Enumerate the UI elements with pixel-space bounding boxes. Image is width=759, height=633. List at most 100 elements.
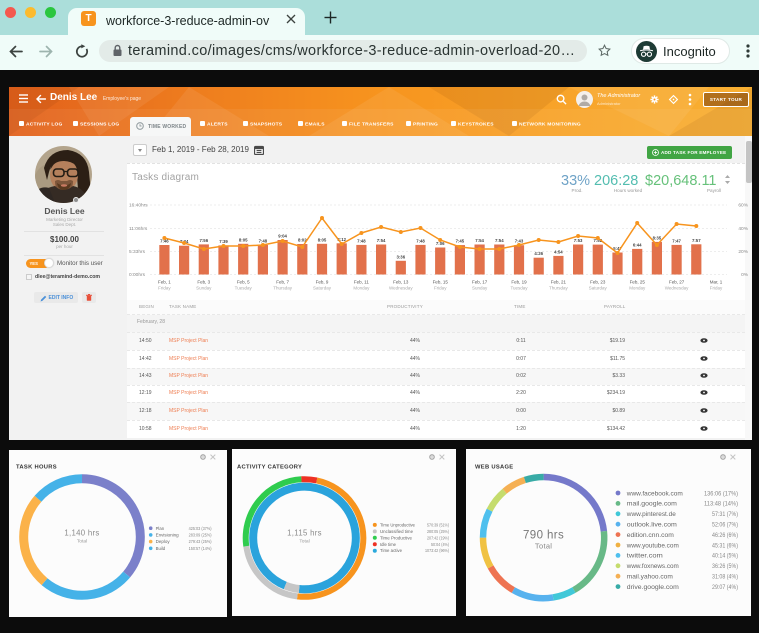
svg-text:9:04: 9:04	[278, 234, 287, 239]
svg-text:46:26 (6%): 46:26 (6%)	[712, 532, 738, 539]
svg-text:113:48 (14%): 113:48 (14%)	[704, 501, 738, 508]
svg-text:4:54: 4:54	[554, 249, 563, 254]
svg-text:8:05: 8:05	[318, 237, 327, 242]
svg-text:207:42 (19%): 207:42 (19%)	[427, 535, 449, 540]
svg-text:Time Productive: Time Productive	[380, 535, 413, 540]
svg-text:Feb, 23: Feb, 23	[590, 280, 606, 285]
svg-text:Saturday: Saturday	[313, 286, 332, 291]
svg-text:3:36: 3:36	[396, 254, 405, 259]
svg-text:0%: 0%	[741, 272, 749, 278]
svg-text:www.pinterest.de: www.pinterest.de	[626, 511, 677, 518]
svg-text:7:54: 7:54	[377, 238, 386, 243]
svg-text:283:09 (25%): 283:09 (25%)	[189, 533, 212, 538]
svg-text:Feb, 11: Feb, 11	[354, 280, 369, 285]
svg-text:Wednesday: Wednesday	[389, 286, 413, 291]
svg-text:11:06hrs: 11:06hrs	[129, 226, 148, 232]
svg-text:4:26: 4:26	[534, 251, 543, 256]
svg-text:Feb, 21: Feb, 21	[551, 280, 567, 285]
svg-text:Friday: Friday	[158, 286, 171, 291]
svg-text:7:48: 7:48	[416, 238, 425, 243]
svg-text:Deploy: Deploy	[156, 539, 171, 544]
svg-text:570:39 (51%): 570:39 (51%)	[427, 522, 449, 527]
svg-text:www.facebook.com: www.facebook.com	[626, 490, 683, 497]
svg-text:57:31 (7%): 57:31 (7%)	[712, 511, 738, 518]
svg-text:Feb, 19: Feb, 19	[511, 280, 527, 285]
svg-text:Feb, 15: Feb, 15	[433, 280, 449, 285]
svg-text:Time Unproductive: Time Unproductive	[380, 522, 416, 527]
svg-text:7:53: 7:53	[574, 238, 583, 243]
svg-text:7:43: 7:43	[515, 239, 524, 244]
svg-text:7:39: 7:39	[219, 239, 228, 244]
svg-text:Saturday: Saturday	[589, 286, 608, 291]
svg-text:Sunday: Sunday	[472, 286, 488, 291]
svg-text:Feb, 27: Feb, 27	[669, 280, 685, 285]
svg-text:Feb, 25: Feb, 25	[630, 280, 646, 285]
svg-text:Friday: Friday	[434, 286, 447, 291]
svg-text:Wednesday: Wednesday	[665, 286, 689, 291]
svg-text:425:03 (37%): 425:03 (37%)	[189, 526, 212, 531]
svg-text:Unclassified time: Unclassified time	[380, 529, 414, 534]
svg-text:Feb, 1: Feb, 1	[158, 280, 171, 285]
svg-text:31:08 (4%): 31:08 (4%)	[712, 574, 738, 581]
svg-text:7:54: 7:54	[475, 238, 484, 243]
svg-text:edition.cnn.com: edition.cnn.com	[627, 532, 674, 539]
svg-text:1,115 hrs: 1,115 hrs	[287, 529, 322, 538]
svg-text:Tuesday: Tuesday	[235, 286, 253, 291]
svg-text:Feb, 3: Feb, 3	[197, 280, 210, 285]
svg-text:5:33hrs: 5:33hrs	[129, 249, 146, 255]
svg-text:40:14 (5%): 40:14 (5%)	[712, 553, 738, 560]
svg-text:1,140 hrs: 1,140 hrs	[64, 529, 99, 538]
svg-text:7:48: 7:48	[357, 238, 366, 243]
svg-text:7:47: 7:47	[672, 238, 681, 243]
svg-text:8:05: 8:05	[239, 237, 248, 242]
svg-text:7:54: 7:54	[495, 238, 504, 243]
svg-text:Feb, 13: Feb, 13	[393, 280, 409, 285]
svg-text:0:00hrs: 0:00hrs	[129, 272, 146, 278]
svg-text:Total: Total	[77, 539, 87, 545]
svg-text:790 hrs: 790 hrs	[523, 530, 564, 542]
svg-text:6:44: 6:44	[633, 242, 642, 247]
svg-text:Feb, 7: Feb, 7	[276, 280, 289, 285]
svg-text:www.youtube.com: www.youtube.com	[626, 542, 679, 549]
svg-text:7:48: 7:48	[259, 238, 268, 243]
svg-text:Monday: Monday	[353, 286, 370, 291]
svg-text:Thursday: Thursday	[549, 286, 569, 291]
svg-text:Mar, 1: Mar, 1	[710, 280, 723, 285]
svg-text:136:06 (17%): 136:06 (17%)	[704, 490, 738, 497]
svg-text:16:40hrs: 16:40hrs	[129, 203, 148, 209]
svg-text:280:05 (25%): 280:05 (25%)	[427, 529, 449, 534]
svg-text:TASK HOURS: TASK HOURS	[16, 465, 57, 471]
svg-text:www.foxnews.com: www.foxnews.com	[626, 563, 679, 570]
svg-text:Envisioning: Envisioning	[156, 533, 179, 538]
svg-text:drive.google.com: drive.google.com	[627, 584, 679, 591]
svg-text:Thursday: Thursday	[273, 286, 293, 291]
svg-text:20%: 20%	[738, 249, 748, 255]
svg-text:Sunday: Sunday	[196, 286, 212, 291]
svg-text:45:31 (6%): 45:31 (6%)	[712, 542, 738, 549]
svg-text:8:35: 8:35	[653, 235, 662, 240]
svg-text:Monday: Monday	[629, 286, 646, 291]
svg-text:mail.yahoo.com: mail.yahoo.com	[627, 574, 673, 581]
svg-text:twitter.com: twitter.com	[627, 553, 663, 560]
svg-text:Total: Total	[299, 539, 309, 545]
svg-text:Feb, 5: Feb, 5	[237, 280, 250, 285]
svg-text:52:06 (7%): 52:06 (7%)	[712, 522, 738, 529]
svg-text:Tuesday: Tuesday	[510, 286, 528, 291]
svg-text:7:45: 7:45	[456, 239, 465, 244]
svg-text:1073:42 (96%): 1073:42 (96%)	[425, 548, 449, 553]
svg-text:Feb, 17: Feb, 17	[472, 280, 488, 285]
svg-text:60%: 60%	[738, 203, 748, 209]
svg-text:Time active: Time active	[380, 548, 403, 553]
svg-text:279:43 (25%): 279:43 (25%)	[189, 539, 212, 544]
svg-text:36:26 (5%): 36:26 (5%)	[712, 563, 738, 570]
svg-text:Friday: Friday	[710, 286, 723, 291]
svg-text:29:07 (4%): 29:07 (4%)	[712, 584, 738, 591]
svg-text:Total: Total	[535, 542, 552, 551]
svg-text:7:57: 7:57	[692, 238, 701, 243]
svg-text:40%: 40%	[738, 226, 748, 232]
svg-text:ACTIVITY CATEGORY: ACTIVITY CATEGORY	[237, 465, 302, 471]
svg-text:Build: Build	[156, 546, 166, 551]
svg-text:150:57 (14%): 150:57 (14%)	[189, 546, 212, 551]
svg-text:Idle time: Idle time	[380, 542, 397, 547]
svg-text:mail.google.com: mail.google.com	[627, 501, 677, 508]
